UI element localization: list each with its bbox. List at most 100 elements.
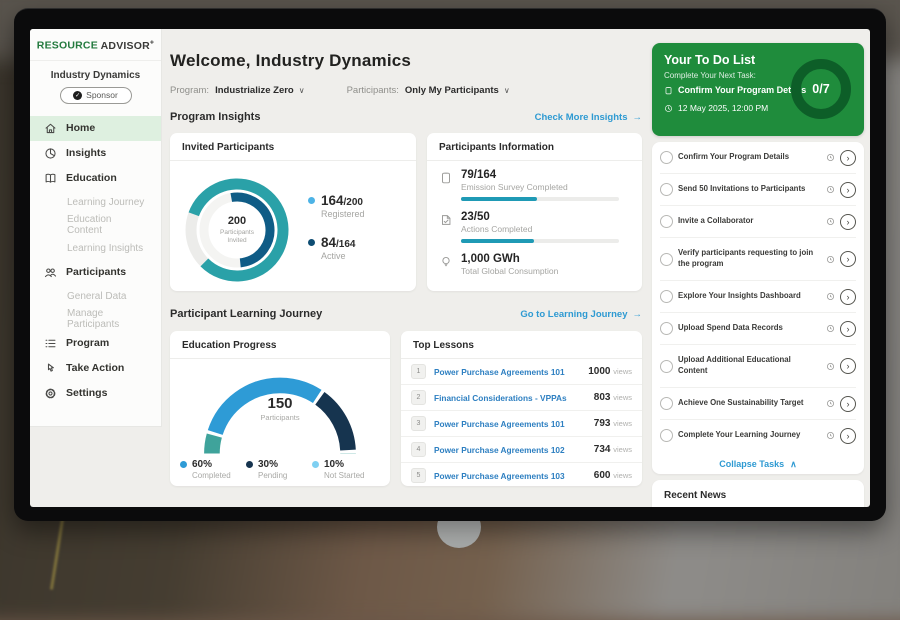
task-row[interactable]: Explore Your Insights Dashboard › — [660, 280, 856, 312]
sidebar: RESOURCE ADVISOR+ Industry Dynamics ✓ Sp… — [30, 29, 162, 427]
chevron-down-icon[interactable]: ∨ — [299, 86, 305, 95]
lessons-list: 1 Power Purchase Agreements 101 1000 vie… — [401, 359, 642, 488]
sidebar-item-settings[interactable]: Settings — [30, 381, 161, 406]
task-chevron-button[interactable]: › — [840, 251, 856, 267]
stat-emission-survey: 79/164 Emission Survey Completed — [427, 161, 642, 203]
invited-participants-card: Invited Participants 200 Participants In… — [170, 133, 416, 291]
registered-dot-icon — [308, 197, 315, 204]
recent-news-title: Recent News — [652, 480, 864, 507]
task-row[interactable]: Verify participants requesting to join t… — [660, 237, 856, 280]
todo-next-task: Confirm Your Program Details — [664, 85, 806, 95]
monitor-bezel: RESOURCE ADVISOR+ Industry Dynamics ✓ Sp… — [14, 8, 886, 521]
task-checkbox[interactable] — [660, 215, 673, 228]
task-checkbox[interactable] — [660, 253, 673, 266]
task-label: Explore Your Insights Dashboard — [678, 291, 821, 302]
lesson-row: 5 Power Purchase Agreements 103 600 view… — [401, 462, 642, 488]
legend-pending: 30% Pending — [246, 459, 312, 480]
sidebar-item-education-content[interactable]: Education Content — [30, 214, 161, 237]
chevron-right-icon: › — [847, 153, 850, 163]
task-checkbox[interactable] — [660, 183, 673, 196]
sidebar-item-insights[interactable]: Insights — [30, 141, 161, 166]
task-row[interactable]: Achieve One Sustainability Target › — [660, 387, 856, 419]
sidebar-item-participants[interactable]: Participants — [30, 260, 161, 285]
chevron-right-icon: › — [847, 431, 850, 441]
sidebar-item-manage-participants[interactable]: Manage Participants — [30, 308, 161, 331]
task-clock-icon — [826, 292, 835, 301]
task-chevron-button[interactable]: › — [840, 182, 856, 198]
todo-card: Your To Do List Complete Your Next Task:… — [652, 43, 864, 136]
collapse-tasks-link[interactable]: Collapse Tasks ∧ — [652, 451, 864, 477]
todo-progress-ring: 0/7 — [791, 59, 851, 119]
emission-progress-bar — [461, 197, 619, 201]
lesson-link[interactable]: Financial Considerations - VPPAs — [434, 393, 594, 403]
task-chevron-button[interactable]: › — [840, 214, 856, 230]
sidebar-item-program[interactable]: Program — [30, 331, 161, 356]
chevron-right-icon: › — [847, 217, 850, 227]
sidebar-item-education[interactable]: Education — [30, 166, 161, 191]
sidebar-menu: Home Insights Education Learning Journey… — [30, 116, 161, 406]
check-more-insights-link[interactable]: Check More Insights → — [535, 112, 642, 123]
task-row[interactable]: Invite a Collaborator › — [660, 205, 856, 237]
task-chevron-button[interactable]: › — [840, 289, 856, 305]
task-chevron-button[interactable]: › — [840, 150, 856, 166]
lesson-link[interactable]: Power Purchase Agreements 103 — [434, 471, 594, 481]
legend-not-started: 10% Not Started — [312, 459, 378, 480]
gear-icon — [44, 387, 57, 400]
lesson-link[interactable]: Power Purchase Agreements 101 — [434, 367, 588, 377]
todo-subtitle: Complete Your Next Task: — [664, 71, 756, 80]
insights-icon — [44, 147, 57, 160]
task-clock-icon — [826, 153, 835, 162]
org-name: Industry Dynamics — [30, 70, 161, 81]
chevron-right-icon: › — [847, 399, 850, 409]
go-to-learning-journey-link[interactable]: Go to Learning Journey → — [520, 309, 642, 320]
program-select[interactable]: Program:Industrialize Zero∨ — [170, 85, 305, 96]
lesson-rank: 4 — [411, 442, 426, 457]
learning-journey-title: Participant Learning Journey — [170, 308, 322, 320]
task-row[interactable]: Upload Spend Data Records › — [660, 312, 856, 344]
task-checkbox[interactable] — [660, 151, 673, 164]
completed-dot-icon — [180, 461, 187, 468]
participants-icon — [44, 266, 57, 279]
sidebar-item-take-action[interactable]: Take Action — [30, 356, 161, 381]
task-row[interactable]: Complete Your Learning Journey › — [660, 419, 856, 451]
task-checkbox[interactable] — [660, 360, 673, 373]
task-label: Confirm Your Program Details — [678, 152, 821, 163]
participants-select[interactable]: Participants:Only My Participants∨ — [347, 85, 510, 96]
top-lessons-title: Top Lessons — [401, 331, 642, 359]
task-checkbox[interactable] — [660, 429, 673, 442]
task-checkbox[interactable] — [660, 322, 673, 335]
task-row[interactable]: Send 50 Invitations to Participants › — [660, 173, 856, 205]
task-clock-icon — [826, 431, 835, 440]
sidebar-item-home[interactable]: Home — [30, 116, 161, 141]
education-gauge-chart — [192, 367, 368, 459]
active-dot-icon — [308, 239, 315, 246]
task-chevron-button[interactable]: › — [840, 358, 856, 374]
todo-due-date: 12 May 2025, 12:00 PM — [664, 103, 768, 113]
survey-icon — [439, 171, 453, 185]
task-chevron-button[interactable]: › — [840, 321, 856, 337]
task-chevron-button[interactable]: › — [840, 428, 856, 444]
task-chevron-button[interactable]: › — [840, 396, 856, 412]
donut-legend: 164/200 Registered 84/164 Active — [308, 193, 365, 277]
task-checkbox[interactable] — [660, 290, 673, 303]
chevron-right-icon: › — [847, 324, 850, 334]
lesson-row: 2 Financial Considerations - VPPAs 803 v… — [401, 384, 642, 410]
task-row[interactable]: Upload Additional Educational Content › — [660, 344, 856, 387]
top-lessons-card: Top Lessons 1 Power Purchase Agreements … — [401, 331, 642, 486]
sidebar-item-general-data[interactable]: General Data — [30, 285, 161, 308]
list-icon — [44, 337, 57, 350]
chevron-down-icon[interactable]: ∨ — [504, 86, 510, 95]
task-label: Complete Your Learning Journey — [678, 430, 821, 441]
actions-progress-bar — [461, 239, 619, 243]
task-checkbox[interactable] — [660, 397, 673, 410]
task-clock-icon — [826, 255, 835, 264]
lesson-row: 3 Power Purchase Agreements 101 793 view… — [401, 410, 642, 436]
sidebar-item-learning-journey[interactable]: Learning Journey — [30, 191, 161, 214]
lesson-rank: 2 — [411, 390, 426, 405]
sidebar-item-learning-insights[interactable]: Learning Insights — [30, 237, 161, 260]
task-row[interactable]: Confirm Your Program Details › — [660, 142, 856, 173]
lesson-link[interactable]: Power Purchase Agreements 102 — [434, 445, 594, 455]
lesson-rank: 1 — [411, 364, 426, 379]
education-progress-title: Education Progress — [170, 331, 390, 359]
lesson-link[interactable]: Power Purchase Agreements 101 — [434, 419, 594, 429]
